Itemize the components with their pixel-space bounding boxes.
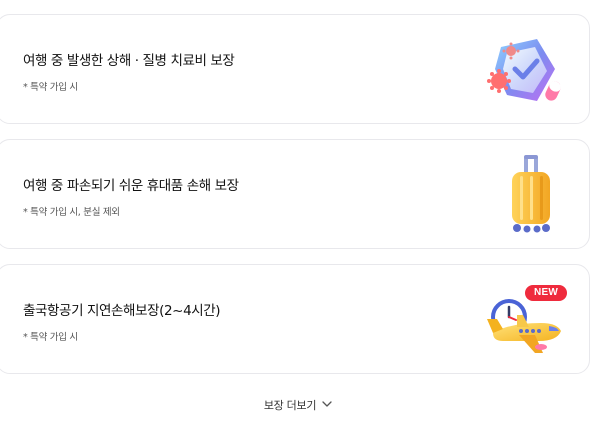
coverage-card-medical[interactable]: 여행 중 발생한 상해 · 질병 치료비 보장 * 특약 가입 시 [0, 14, 590, 124]
coverage-note: * 특약 가입 시 [23, 332, 78, 343]
coverage-list: 여행 중 발생한 상해 · 질병 치료비 보장 * 특약 가입 시 여행 중 파… [0, 0, 596, 425]
suitcase-icon [479, 154, 569, 236]
new-badge: NEW [525, 285, 567, 301]
coverage-card-belongings[interactable]: 여행 중 파손되기 쉬운 휴대품 손해 보장 * 특약 가입 시, 분실 제외 [0, 139, 590, 249]
coverage-title: 여행 중 발생한 상해 · 질병 치료비 보장 [23, 53, 235, 69]
more-coverage-button[interactable]: 보장 더보기 [0, 397, 596, 413]
medical-shield-icon [479, 29, 569, 111]
coverage-card-flight-delay[interactable]: 출국항공기 지연손해보장(2~4시간) * 특약 가입 시 NEW [0, 264, 590, 374]
chevron-down-icon [322, 398, 332, 411]
coverage-title: 여행 중 파손되기 쉬운 휴대품 손해 보장 [23, 178, 239, 194]
coverage-title: 출국항공기 지연손해보장(2~4시간) [23, 303, 221, 319]
more-coverage-label: 보장 더보기 [263, 399, 317, 412]
coverage-note: * 특약 가입 시, 분실 제외 [23, 207, 120, 218]
coverage-note: * 특약 가입 시 [23, 82, 78, 93]
